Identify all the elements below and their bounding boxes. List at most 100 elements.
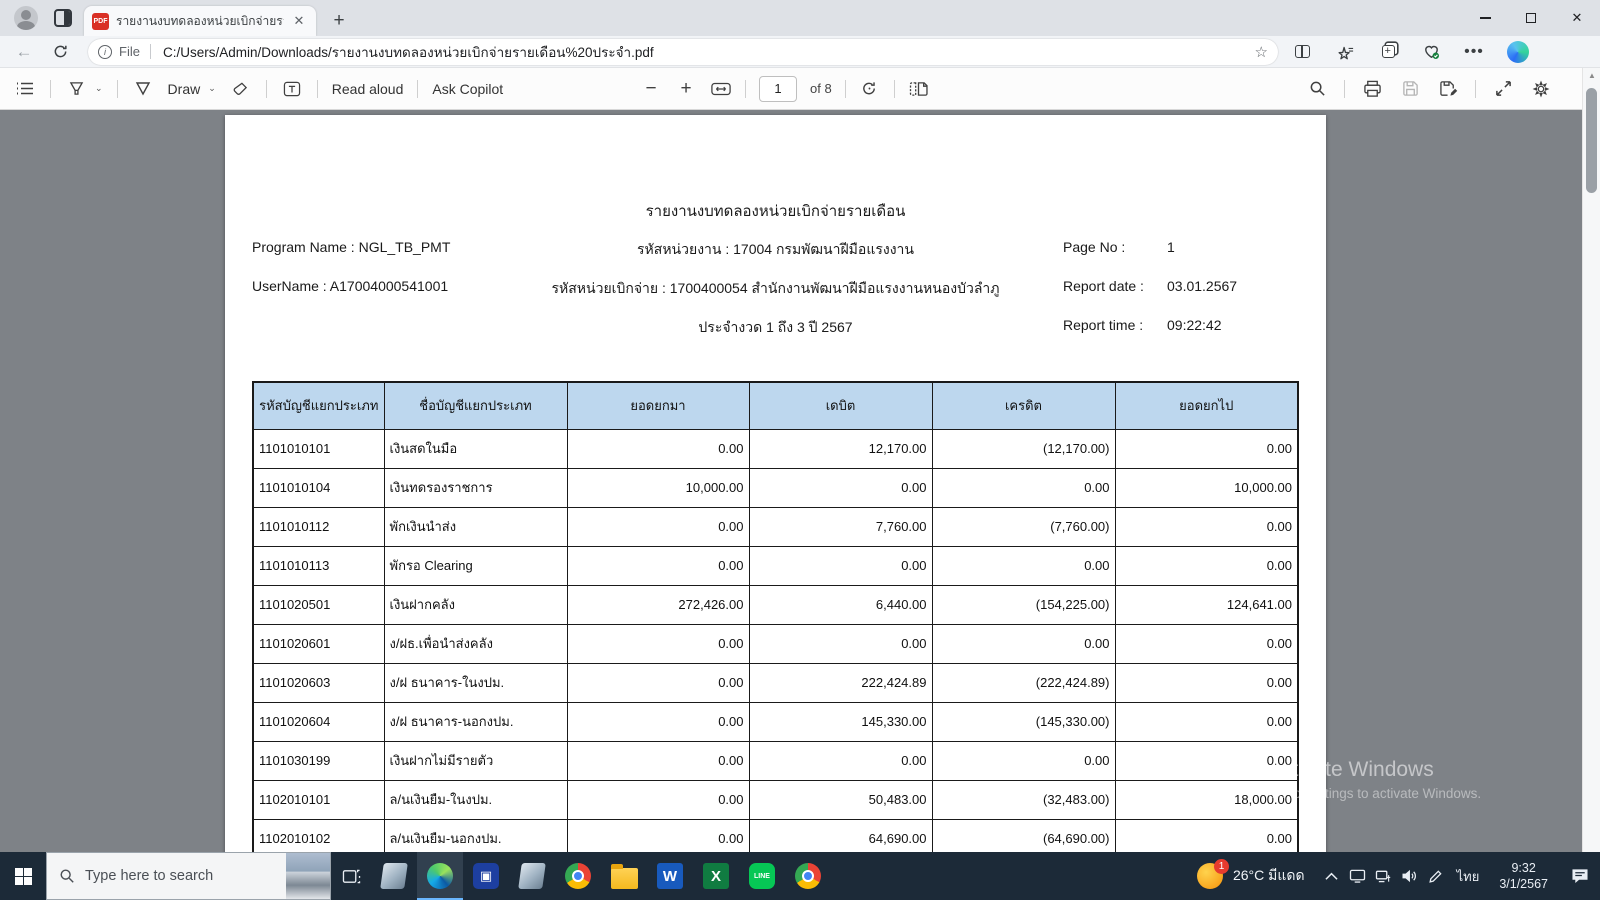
highlighter-dropdown-icon[interactable]: ⌄ [95, 83, 103, 94]
table-cell: 18,000.00 [1114, 779, 1299, 820]
refresh-button[interactable] [46, 38, 74, 66]
browser-tab[interactable]: PDF รายงานงบทดลองหน่วยเบิกจ่ายรายเดือ ✕ [84, 6, 316, 36]
draw-pen-icon[interactable] [132, 78, 154, 100]
display-icon[interactable] [1345, 852, 1371, 900]
period-line: ประจำงวด 1 ถึง 3 ปี 2567 [698, 319, 853, 335]
disburse-line: รหัสหน่วยเบิกจ่าย : 1700400054 สำนักงานพ… [551, 280, 1000, 296]
favorite-star-icon[interactable]: ☆ [1255, 43, 1268, 61]
profile-avatar-icon[interactable] [14, 6, 38, 30]
ask-copilot-button[interactable]: Ask Copilot [432, 81, 503, 97]
minimize-button[interactable] [1462, 0, 1508, 36]
vertical-scrollbar[interactable]: ▲ [1582, 68, 1600, 852]
rotate-icon[interactable] [859, 78, 881, 100]
pen-icon[interactable] [1423, 852, 1449, 900]
network-icon[interactable] [1371, 852, 1397, 900]
table-cell: 1102010101 [252, 779, 385, 820]
draw-dropdown-icon[interactable]: ⌄ [208, 83, 216, 94]
taskbar-app-line[interactable]: LINE [739, 852, 785, 900]
taskbar-app-app-glass[interactable] [509, 852, 555, 900]
taskbar-search-input[interactable]: Type here to search [46, 852, 331, 900]
table-cell: 10,000.00 [1114, 467, 1299, 508]
table-cell: 272,426.00 [566, 584, 750, 625]
table-cell: 0.00 [748, 623, 933, 664]
report-date-label: Report date : [1063, 278, 1144, 294]
show-hidden-icons-chevron[interactable] [1319, 852, 1345, 900]
page-info-icon[interactable]: i [98, 44, 112, 59]
new-tab-button[interactable]: + [326, 8, 352, 34]
table-cell: 7,760.00 [748, 506, 933, 547]
highlighter-icon[interactable] [65, 78, 87, 100]
url-text[interactable]: C:/Users/Admin/Downloads/รายงานงบทดลองหน… [163, 41, 1255, 63]
add-text-icon[interactable] [281, 78, 303, 100]
table-row: 1102010102 ล/นเงินยืม-นอกงปม. 0.00 64,690.0… [252, 818, 1299, 852]
browser-essentials-icon[interactable] [1421, 42, 1441, 62]
table-header-cell: ยอดยกไป [1114, 381, 1299, 430]
pdf-settings-gear-icon[interactable] [1530, 78, 1552, 100]
close-button[interactable]: ✕ [1554, 0, 1600, 36]
address-bar[interactable]: i File C:/Users/Admin/Downloads/รายงานงบ… [88, 38, 1278, 65]
table-cell: 0.00 [566, 818, 750, 852]
table-cell: พักรอ Clearing [383, 545, 568, 586]
taskbar-clock[interactable]: 9:32 3/1/2567 [1499, 860, 1548, 892]
table-cell: 6,440.00 [748, 584, 933, 625]
taskbar-app-edge[interactable] [417, 852, 463, 900]
tab-close-icon[interactable]: ✕ [290, 12, 308, 30]
collections-icon[interactable] [1378, 42, 1398, 62]
split-screen-icon[interactable] [1292, 42, 1312, 62]
favorites-icon[interactable] [1335, 42, 1355, 62]
volume-icon[interactable] [1397, 852, 1423, 900]
draw-button[interactable]: Draw [168, 81, 201, 97]
search-document-icon[interactable] [1306, 78, 1328, 100]
table-cell: 0.00 [1114, 506, 1299, 547]
notification-app-icon[interactable]: 1 [1196, 859, 1229, 889]
clock-date: 3/1/2567 [1499, 877, 1548, 891]
fit-to-width-icon[interactable] [710, 78, 732, 100]
task-view-icon[interactable] [331, 852, 371, 900]
taskbar-app-weather[interactable] [371, 852, 417, 900]
tab-actions-icon[interactable] [54, 9, 72, 27]
eraser-icon[interactable] [230, 78, 252, 100]
table-cell: 0.00 [566, 740, 750, 781]
search-highlight-image[interactable] [286, 853, 330, 899]
table-cell: ล/นเงินยืม-ในงปม. [383, 779, 568, 820]
taskbar-app-chrome-2[interactable] [785, 852, 831, 900]
weather-temperature-label[interactable]: 26°C มีแดด [1233, 865, 1305, 887]
scroll-up-icon[interactable]: ▲ [1583, 68, 1600, 84]
settings-menu-icon[interactable]: ••• [1464, 42, 1484, 62]
taskbar-app-app-blue[interactable]: ▣ [463, 852, 509, 900]
start-button[interactable] [0, 852, 46, 900]
table-cell: 0.00 [566, 701, 750, 742]
save-as-icon[interactable] [1437, 78, 1459, 100]
fullscreen-icon[interactable] [1492, 78, 1514, 100]
report-date-value: 03.01.2567 [1167, 278, 1238, 294]
keyboard-language-label[interactable]: ไทย [1457, 866, 1480, 887]
taskbar-app-chrome[interactable] [555, 852, 601, 900]
taskbar-app-excel[interactable]: X [693, 852, 739, 900]
address-bar-row: ← i File C:/Users/Admin/Downloads/รายงาน… [0, 36, 1600, 68]
table-cell: 222,424.89 [748, 662, 933, 703]
table-cell: 0.00 [566, 506, 750, 547]
table-row: 1101020501 เงินฝากคลัง 272,426.00 6,440.00(… [252, 584, 1299, 625]
taskbar-app-file-explorer[interactable] [601, 852, 647, 900]
zoom-out-icon[interactable]: − [640, 78, 662, 100]
table-cell: เงินฝากไม่มีรายตัว [383, 740, 568, 781]
table-row: 1101010104 เงินทดรองราชการ 10,000.00 0.00 0.… [252, 467, 1299, 508]
table-cell: 0.00 [566, 623, 750, 664]
scrollbar-thumb[interactable] [1586, 88, 1597, 193]
page-number-input[interactable]: 1 [759, 75, 797, 102]
file-explorer-icon [610, 863, 638, 889]
table-cell: เงินทดรองราชการ [383, 467, 568, 508]
edge-browser-window: PDF รายงานงบทดลองหน่วยเบิกจ่ายรายเดือ ✕ … [0, 0, 1600, 900]
read-aloud-button[interactable]: Read aloud [332, 81, 404, 97]
table-of-contents-icon[interactable] [14, 78, 36, 100]
action-center-icon[interactable] [1560, 852, 1600, 900]
zoom-in-icon[interactable]: + [675, 78, 697, 100]
print-icon[interactable] [1361, 78, 1383, 100]
copilot-icon[interactable] [1507, 40, 1529, 63]
table-cell: (154,225.00) [931, 584, 1116, 625]
taskbar-app-word[interactable]: W [647, 852, 693, 900]
table-cell: 0.00 [1114, 428, 1299, 469]
maximize-button[interactable] [1508, 0, 1554, 36]
page-view-icon[interactable] [908, 78, 930, 100]
back-button[interactable]: ← [10, 38, 38, 66]
